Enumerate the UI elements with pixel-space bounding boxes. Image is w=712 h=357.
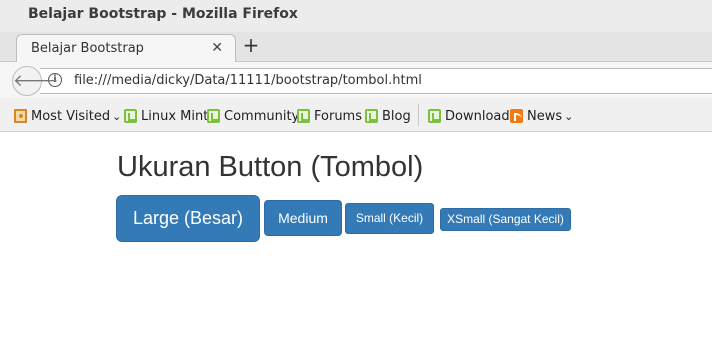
tab-belajar-bootstrap[interactable]: Belajar Bootstrap ✕ bbox=[16, 34, 236, 63]
bookmark-download[interactable]: Download bbox=[428, 107, 510, 125]
bookmark-label: Community bbox=[224, 108, 300, 124]
window-titlebar: Belajar Bootstrap - Mozilla Firefox bbox=[0, 0, 712, 32]
bookmark-label: Download bbox=[445, 108, 510, 124]
tab-label: Belajar Bootstrap bbox=[31, 41, 144, 56]
mint-icon bbox=[365, 109, 378, 123]
bookmark-label: Most Visited bbox=[31, 108, 111, 124]
page-content: Ukuran Button (Tombol) Large (Besar) Med… bbox=[0, 133, 712, 357]
chevron-down-icon: ⌄ bbox=[112, 109, 122, 123]
bookmark-label: News bbox=[527, 108, 563, 124]
folder-icon bbox=[14, 109, 27, 123]
bookmarks-toolbar: Most Visited ⌄ Linux Mint Community Foru… bbox=[0, 98, 712, 132]
mint-icon bbox=[428, 109, 441, 123]
bookmark-label: Forums bbox=[314, 108, 362, 124]
medium-button[interactable]: Medium bbox=[264, 200, 342, 236]
mint-icon bbox=[297, 109, 310, 123]
rss-icon bbox=[510, 109, 523, 123]
large-button[interactable]: Large (Besar) bbox=[116, 195, 260, 242]
bookmark-community[interactable]: Community bbox=[207, 107, 299, 125]
url-bar[interactable]: i file:///media/dicky/Data/11111/bootstr… bbox=[40, 68, 712, 94]
bookmark-label: Linux Mint bbox=[141, 108, 209, 124]
chevron-down-icon: ⌄ bbox=[564, 109, 574, 123]
window-title: Belajar Bootstrap - Mozilla Firefox bbox=[28, 6, 298, 22]
tab-strip: Belajar Bootstrap ✕ + bbox=[0, 32, 712, 63]
small-button[interactable]: Small (Kecil) bbox=[345, 203, 434, 234]
bookmark-news[interactable]: News ⌄ bbox=[510, 107, 573, 125]
bookmarks-separator bbox=[418, 104, 419, 126]
new-tab-plus-icon[interactable]: + bbox=[240, 34, 262, 58]
mint-icon bbox=[124, 109, 137, 123]
bookmark-blog[interactable]: Blog bbox=[365, 107, 411, 125]
back-arrow-icon[interactable]: 🡐 bbox=[12, 66, 59, 96]
page-title: Ukuran Button (Tombol) bbox=[117, 151, 424, 183]
close-tab-icon[interactable]: ✕ bbox=[211, 40, 223, 56]
bookmark-label: Blog bbox=[382, 108, 411, 124]
xsmall-button[interactable]: XSmall (Sangat Kecil) bbox=[440, 208, 571, 231]
mint-icon bbox=[207, 109, 220, 123]
bookmark-forums[interactable]: Forums bbox=[297, 107, 362, 125]
bookmark-linux-mint[interactable]: Linux Mint bbox=[124, 107, 208, 125]
navigation-bar: i file:///media/dicky/Data/11111/bootstr… bbox=[0, 62, 712, 98]
bookmark-most-visited[interactable]: Most Visited ⌄ bbox=[14, 107, 121, 125]
url-text[interactable]: file:///media/dicky/Data/11111/bootstrap… bbox=[74, 73, 422, 88]
